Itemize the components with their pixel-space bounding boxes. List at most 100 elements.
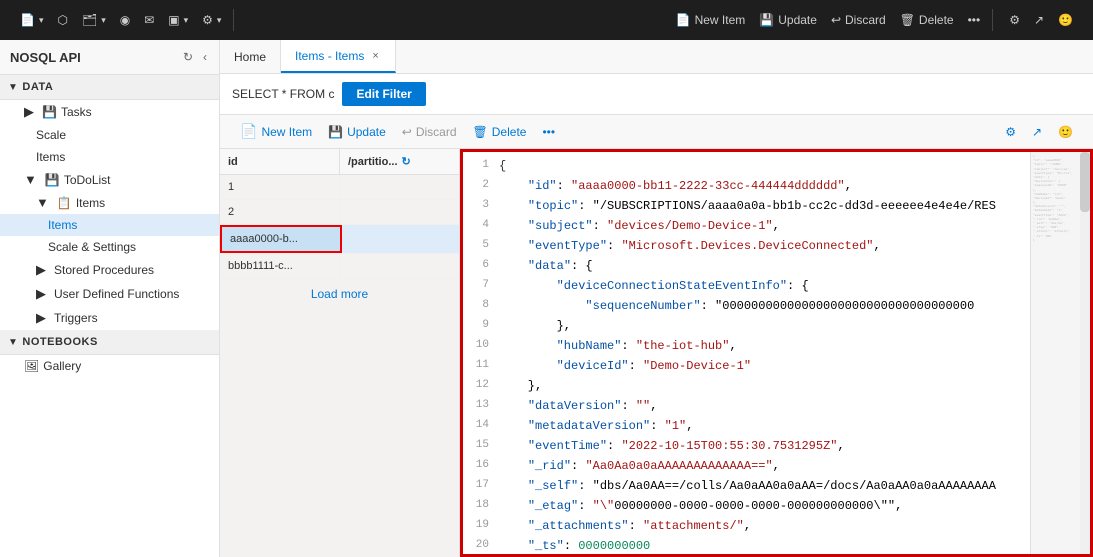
json-line: 17 "_self": "dbs/Aa0AA==/colls/Aa0aAA0a0… [463, 476, 1090, 496]
delete-action-btn[interactable]: 🗑 Delete [465, 121, 535, 143]
share-action-btn[interactable]: ↗ [1024, 121, 1050, 143]
line-number: 7 [463, 277, 499, 294]
data-section-header[interactable]: ▼ DATA [0, 75, 219, 100]
scale-label: Scale [36, 128, 66, 142]
more-action-btn[interactable]: ••• [534, 121, 563, 143]
line-content: "sequenceNumber": "000000000000000000000… [499, 297, 1090, 315]
json-line: 5 "eventType": "Microsoft.Devices.Device… [463, 236, 1090, 256]
table-row[interactable]: 1 [220, 175, 459, 200]
toolbar-external-btn[interactable]: ↗ [1028, 9, 1050, 31]
line-content: "_rid": "Aa0Aa0a0aAAAAAAAAAAAAA==", [499, 457, 1090, 475]
json-line: 13 "dataVersion": "", [463, 396, 1090, 416]
notebooks-section-header[interactable]: ▼ NOTEBOOKS [0, 330, 219, 355]
more-btn[interactable]: ••• [962, 9, 987, 31]
json-line: 12 }, [463, 376, 1090, 396]
json-line: 15 "eventTime": "2022-10-15T00:55:30.753… [463, 436, 1090, 456]
resource-btn[interactable]: ▣ ▾ [162, 9, 194, 31]
table-row-selected[interactable]: aaaa0000-b... [220, 225, 459, 254]
settings-action-btn[interactable]: ⚙ [997, 121, 1024, 143]
row2-partition [340, 200, 459, 224]
selected-row-id: aaaa0000-b... [220, 225, 342, 253]
line-content: { [499, 157, 1090, 175]
load-more-btn[interactable]: Load more [220, 279, 459, 309]
triggers-label: Triggers [54, 311, 98, 325]
data-section-label: DATA [22, 81, 53, 93]
sidebar-item-udf[interactable]: ▶ User Defined Functions [0, 282, 219, 306]
github-btn[interactable]: ◉ [114, 9, 136, 31]
line-number: 16 [463, 457, 499, 474]
sidebar-item-todolist-items[interactable]: ▼ 📋 Items [0, 191, 219, 214]
scrollbar-track[interactable] [1080, 152, 1090, 554]
main-layout: NOSQL API ↻ ‹ ▼ DATA ▶ 💾 Tasks Scale Ite… [0, 40, 1093, 557]
line-content: "hubName": "the-iot-hub", [499, 337, 1090, 355]
discard-action-btn[interactable]: ↩ Discard [394, 121, 465, 143]
top-toolbar: 📄 ▾ ⬡ 🗂 ▾ ◉ ✉ ▣ ▾ ⚙ ▾ 📄 New Item [0, 0, 1093, 40]
sidebar-item-stored-procedures[interactable]: ▶ Stored Procedures [0, 258, 219, 282]
table-row[interactable]: bbbb1111-c... [220, 254, 459, 279]
toolbar-smiley-btn[interactable]: 🙂 [1052, 9, 1079, 31]
toolbar-settings-icon: ⚙ [1009, 13, 1020, 27]
udf-label: User Defined Functions [54, 287, 179, 301]
line-number: 3 [463, 197, 499, 214]
sidebar-collapse-btn[interactable]: ‹ [201, 48, 209, 66]
update-action-btn[interactable]: 💾 Update [320, 121, 394, 143]
update-btn[interactable]: 💾 Update [753, 9, 823, 31]
sidebar-item-scale[interactable]: Scale [0, 124, 219, 146]
tasks-icon: ▶ [24, 104, 34, 120]
scale-settings-label: Scale & Settings [48, 240, 136, 254]
table-row[interactable]: 2 [220, 200, 459, 225]
line-content: "dataVersion": "", [499, 397, 1090, 415]
notebooks-expand-icon: ▼ [8, 337, 18, 348]
discard-btn[interactable]: ↩ Discard [825, 9, 892, 31]
delete-btn[interactable]: 🗑 Delete [894, 9, 960, 31]
table-pane: id /partitio... ↻ 1 2 [220, 149, 460, 557]
sidebar-refresh-btn[interactable]: ↻ [181, 48, 195, 66]
new-item-icon: 📄 [676, 13, 691, 27]
line-number: 9 [463, 317, 499, 334]
todolist-disk-icon: 💾 [45, 173, 60, 187]
explorer-btn[interactable]: 🗂 ▾ [76, 9, 112, 31]
content-action-toolbar: 📄 New Item 💾 Update ↩ Discard 🗑 Delete •… [220, 115, 1093, 149]
tab-items-close[interactable]: × [370, 49, 380, 63]
json-editor[interactable]: 1{2 "id": "aaaa0000-bb11-2222-33cc-44444… [463, 152, 1090, 554]
json-line: 3 "topic": "/SUBSCRIPTIONS/aaaa0a0a-bb1b… [463, 196, 1090, 216]
settings-btn[interactable]: ⚙ ▾ [196, 9, 227, 31]
line-number: 6 [463, 257, 499, 274]
edit-filter-btn[interactable]: Edit Filter [342, 82, 425, 106]
sidebar-item-todolist[interactable]: ▼ 💾 ToDoList [0, 168, 219, 191]
gallery-icon: 🖼 [24, 359, 39, 373]
new-item-action-btn[interactable]: 📄 New Item [232, 119, 320, 144]
sidebar-item-items-child[interactable]: Items [0, 214, 219, 236]
tab-home[interactable]: Home [220, 40, 281, 73]
line-number: 20 [463, 537, 499, 554]
sidebar-item-triggers[interactable]: ▶ Triggers [0, 306, 219, 330]
file-btn[interactable]: 📄 ▾ [14, 9, 49, 31]
line-content: "eventType": "Microsoft.Devices.DeviceCo… [499, 237, 1090, 255]
tab-items[interactable]: Items - Items × [281, 40, 396, 73]
delete-icon: 🗑 [900, 13, 915, 27]
line-number: 11 [463, 357, 499, 374]
update-action-icon: 💾 [328, 125, 343, 139]
tasks-disk-icon: 💾 [42, 105, 57, 119]
connections-btn[interactable]: ⬡ [51, 9, 73, 31]
table-body: 1 2 aaaa0000-b... bbbb1111 [220, 175, 459, 557]
sidebar-item-gallery[interactable]: 🖼 Gallery [0, 355, 219, 377]
row1-id: 1 [220, 175, 340, 199]
smiley-action-btn[interactable]: 🙂 [1050, 121, 1081, 143]
todolist-label: ToDoList [64, 173, 111, 187]
scrollbar-thumb[interactable] [1080, 152, 1090, 212]
feedback-btn[interactable]: ✉ [138, 9, 160, 31]
refresh-icon[interactable]: ↻ [402, 155, 411, 168]
json-line: 16 "_rid": "Aa0Aa0a0aAAAAAAAAAAAAA==", [463, 456, 1090, 476]
toolbar-settings-btn[interactable]: ⚙ [1003, 9, 1026, 31]
line-content: "_attachments": "attachments/", [499, 517, 1090, 535]
sidebar-item-tasks[interactable]: ▶ 💾 Tasks [0, 100, 219, 124]
settings-gear-icon: ⚙ [202, 13, 213, 27]
sidebar-item-items-top[interactable]: Items [0, 146, 219, 168]
delete-action-icon: 🗑 [473, 125, 488, 139]
sidebar-item-scale-settings[interactable]: Scale & Settings [0, 236, 219, 258]
json-line: 20 "_ts": 0000000000 [463, 536, 1090, 554]
json-line: 6 "data": { [463, 256, 1090, 276]
json-pane: 1{2 "id": "aaaa0000-bb11-2222-33cc-44444… [460, 149, 1093, 557]
new-item-btn[interactable]: 📄 New Item [670, 9, 752, 31]
